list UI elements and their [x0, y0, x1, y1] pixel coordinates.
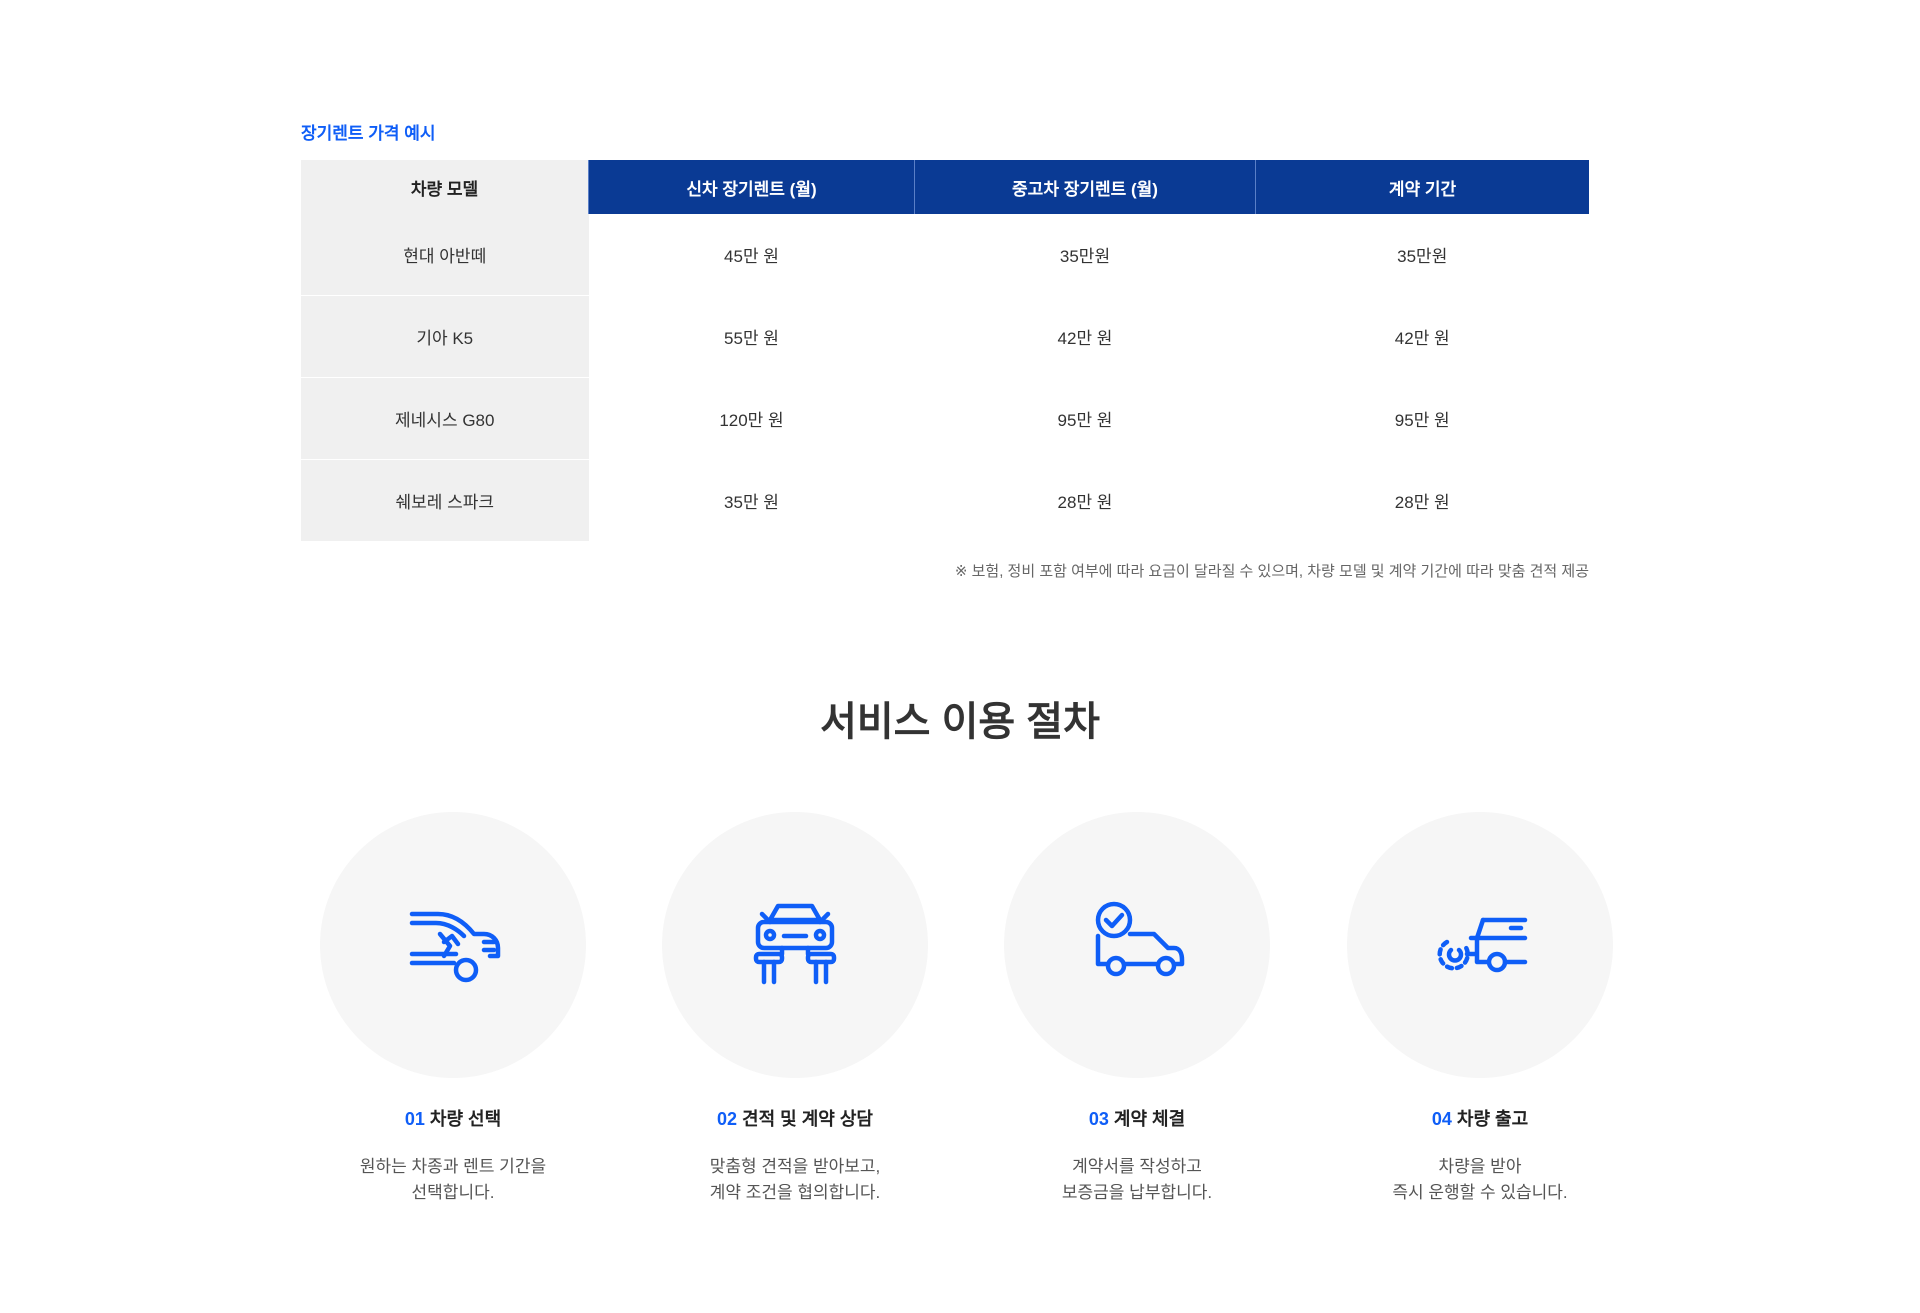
step-04: 04 차량 출고 차량을 받아 즉시 운행할 수 있습니다. [1330, 812, 1630, 1206]
table-row: 기아 K5 55만 원 42만 원 42만 원 [301, 295, 1589, 378]
table-row: 현대 아반떼 45만 원 35만원 35만원 [301, 214, 1589, 296]
cell-new-price: 55만 원 [724, 329, 779, 348]
step-desc-line: 즉시 운행할 수 있습니다. [1392, 1183, 1568, 1202]
step-desc-line: 보증금을 납부합니다. [1061, 1183, 1213, 1202]
step-title-text: 차량 선택 [429, 1109, 502, 1129]
cell-model: 쉐보레 스파크 [301, 459, 589, 541]
step-circle [1004, 812, 1270, 1078]
header-used-rent: 중고차 장기렌트 (월) [914, 160, 1256, 214]
cell-new-price: 45만 원 [724, 247, 779, 267]
step-01: 01 차량 선택 원하는 차종과 렌트 기간을 선택합니다. [303, 812, 603, 1206]
step-title: 03 계약 체결 [987, 1106, 1287, 1132]
cell-term: 95만 원 [1394, 411, 1450, 430]
step-circle [1347, 812, 1613, 1078]
step-circle [320, 812, 586, 1078]
cell-used-price: 28만 원 [1057, 492, 1113, 512]
step-02: 02 견적 및 계약 상담 맞춤형 견적을 받아보고, 계약 조건을 협의합니다… [645, 812, 945, 1206]
table-row: 제네시스 G80 120만 원 95만 원 95만 원 [301, 377, 1589, 460]
step-desc-line: 계약 조건을 협의합니다. [709, 1183, 881, 1202]
car-check-icon [1095, 901, 1185, 977]
step-desc-line: 계약서를 작성하고 [1072, 1157, 1202, 1176]
table-row: 쉐보레 스파크 35만 원 28만 원 28만 원 [301, 459, 1589, 541]
step-number: 04 [1431, 1109, 1452, 1129]
step-number: 01 [404, 1109, 425, 1129]
step-description: 차량을 받아 즉시 운행할 수 있습니다. [1330, 1154, 1630, 1206]
step-title-text: 차량 출고 [1456, 1109, 1529, 1129]
cell-used-price: 42만 원 [1057, 329, 1113, 348]
table-header-row: 차량 모델 신차 장기렌트 (월) 중고차 장기렌트 (월) 계약 기간 [301, 160, 1589, 214]
step-desc-line: 차량을 받아 [1438, 1157, 1522, 1176]
header-model: 차량 모델 [301, 160, 589, 214]
step-desc-line: 원하는 차종과 렌트 기간을 [359, 1157, 547, 1176]
step-title-text: 견적 및 계약 상담 [742, 1109, 873, 1129]
cell-used-price: 35만원 [1059, 247, 1111, 267]
car-select-icon [409, 911, 501, 983]
step-title-text: 계약 체결 [1113, 1109, 1186, 1129]
cell-model: 기아 K5 [301, 295, 589, 378]
price-example-section: 장기렌트 가격 예시 차량 모델 신차 장기렌트 (월) 중고차 장기렌트 (월… [301, 122, 1589, 583]
cell-term: 42만 원 [1394, 329, 1450, 348]
cell-new-price: 120만 원 [719, 411, 784, 430]
step-number: 03 [1088, 1109, 1109, 1129]
step-title: 01 차량 선택 [303, 1106, 603, 1132]
price-note: ※ 보험, 정비 포함 여부에 따라 요금이 달라질 수 있으며, 차량 모델 … [954, 563, 1589, 580]
step-description: 계약서를 작성하고 보증금을 납부합니다. [987, 1154, 1287, 1206]
step-description: 맞춤형 견적을 받아보고, 계약 조건을 협의합니다. [645, 1154, 945, 1206]
cell-model: 제네시스 G80 [301, 377, 589, 460]
section-label: 장기렌트 가격 예시 [301, 124, 436, 143]
step-title: 04 차량 출고 [1330, 1106, 1630, 1132]
price-table: 차량 모델 신차 장기렌트 (월) 중고차 장기렌트 (월) 계약 기간 현대 … [301, 160, 1589, 541]
step-desc-line: 선택합니다. [411, 1183, 495, 1202]
step-description: 원하는 차종과 렌트 기간을 선택합니다. [303, 1154, 603, 1206]
cell-new-price: 35만 원 [724, 492, 779, 512]
step-title: 02 견적 및 계약 상담 [645, 1106, 945, 1132]
cell-used-price: 95만 원 [1057, 411, 1113, 430]
step-03: 03 계약 체결 계약서를 작성하고 보증금을 납부합니다. [987, 812, 1287, 1206]
step-circle [662, 812, 928, 1078]
car-delivery-icon [1437, 917, 1528, 973]
header-new-rent: 신차 장기렌트 (월) [588, 160, 915, 214]
car-lift-icon [753, 903, 837, 985]
step-desc-line: 맞춤형 견적을 받아보고, [709, 1157, 881, 1176]
header-term: 계약 기간 [1255, 160, 1589, 214]
cell-term: 28만 원 [1394, 492, 1450, 512]
step-number: 02 [717, 1109, 738, 1129]
cell-term: 35만원 [1397, 247, 1448, 267]
steps-section-title: 서비스 이용 절차 [820, 700, 1100, 744]
cell-model: 현대 아반떼 [301, 214, 589, 296]
